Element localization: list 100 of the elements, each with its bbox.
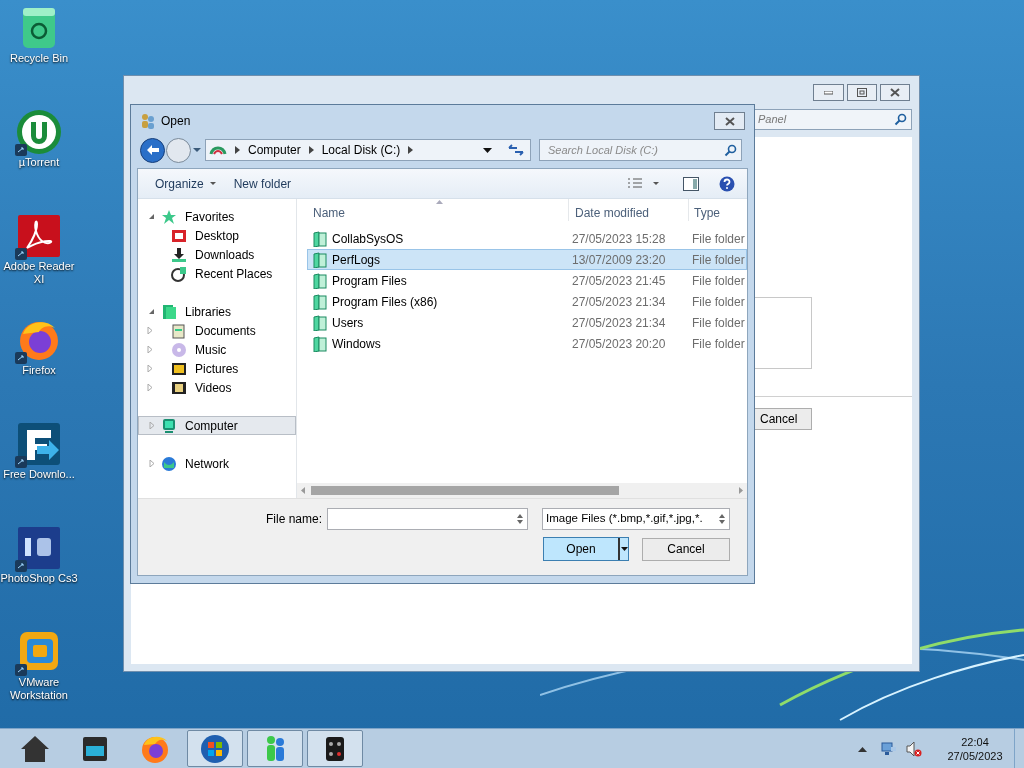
nav-label: Downloads <box>195 246 255 264</box>
nav-item[interactable]: Computer <box>138 416 296 435</box>
desktop-icon-label: PhotoShop Cs3 <box>0 572 78 585</box>
folder-icon <box>313 335 327 352</box>
cancel-button[interactable]: Cancel <box>642 537 730 561</box>
toolbar-button[interactable]: New folder <box>224 172 301 195</box>
clock[interactable]: 22:04 27/05/2023 <box>940 734 1010 763</box>
nav-item[interactable]: Documents <box>138 321 296 340</box>
nav-item[interactable]: Videos <box>138 378 296 397</box>
folder-icon <box>313 314 327 331</box>
close-button[interactable] <box>714 112 745 130</box>
chevron-icon[interactable] <box>408 146 414 154</box>
spin-arrows-icon <box>517 514 523 524</box>
toolbar-button[interactable]: Organize <box>146 172 225 195</box>
breadcrumb[interactable]: Local Disk (C:) <box>321 141 401 159</box>
file-name: Program Files <box>332 272 408 290</box>
nav-label: Network <box>185 455 229 473</box>
folder-icon <box>313 272 327 289</box>
date-modified: 27/05/2023 20:20 <box>572 335 667 353</box>
maximize-button[interactable] <box>847 84 877 101</box>
desktop-icon <box>171 227 187 244</box>
date-modified: 27/05/2023 15:28 <box>572 230 667 248</box>
computer-icon <box>161 417 177 434</box>
open-button[interactable]: Open <box>543 537 629 561</box>
documents-icon <box>171 322 187 339</box>
chevron-icon[interactable] <box>235 146 240 154</box>
back-button[interactable] <box>140 137 165 163</box>
network-icon[interactable] <box>881 740 897 757</box>
column-header[interactable]: Type <box>689 199 747 221</box>
dropdown-caret-icon[interactable] <box>483 147 492 153</box>
folder-icon <box>313 230 327 247</box>
date-modified: 13/07/2009 23:20 <box>572 251 667 269</box>
close-button[interactable] <box>880 84 910 101</box>
people-icon <box>140 113 156 129</box>
file-row[interactable]: Users 27/05/2023 21:34 File folder <box>307 312 747 333</box>
collapse-arrow-icon[interactable] <box>148 213 155 220</box>
nav-item[interactable]: Libraries <box>138 302 296 321</box>
desktop-icon[interactable] <box>15 212 63 260</box>
file-name: CollabSysOS <box>332 230 405 248</box>
taskbar-button[interactable] <box>307 730 363 767</box>
date-modified: 27/05/2023 21:34 <box>572 293 667 311</box>
collapse-arrow-icon[interactable] <box>148 308 155 315</box>
desktop-icon-label: Recycle Bin <box>8 52 70 65</box>
horizontal-scrollbar[interactable] <box>297 483 747 498</box>
nav-label: Videos <box>195 379 232 397</box>
caret-icon[interactable] <box>653 182 659 185</box>
file-row[interactable]: PerfLogs 13/07/2009 23:20 File folder <box>307 249 747 270</box>
nav-item[interactable]: Favorites <box>138 207 296 226</box>
windows-logo-icon <box>199 732 231 765</box>
close-icon <box>724 116 735 126</box>
desktop-icon-label: VMware Workstation <box>9 676 69 702</box>
spin-arrows-icon <box>719 514 725 524</box>
address-bar[interactable]: Computer Local Disk (C:) <box>205 139 531 161</box>
file-type: File folder <box>692 314 745 332</box>
desktop-icon[interactable] <box>15 108 63 156</box>
show-hidden-icons-icon[interactable] <box>858 745 867 752</box>
refresh-icon[interactable] <box>508 143 524 157</box>
file-type-select[interactable]: Image Files (*.bmp,*.gif,*.jpg,*. <box>542 508 730 530</box>
preview-pane-icon[interactable] <box>683 176 699 191</box>
minimize-button[interactable] <box>813 84 844 101</box>
videos-icon <box>171 379 187 396</box>
history-dropdown-icon[interactable] <box>192 147 202 153</box>
file-type: File folder <box>692 230 745 248</box>
nav-item[interactable]: Desktop <box>138 226 296 245</box>
file-type: File folder <box>692 293 745 311</box>
file-row[interactable]: Program Files (x86) 27/05/2023 21:34 File folder <box>307 291 747 312</box>
nav-item[interactable]: Pictures <box>138 359 296 378</box>
file-type: File folder <box>692 251 745 269</box>
file-row[interactable]: Windows 27/05/2023 20:20 File folder <box>307 333 747 354</box>
desktop-icon[interactable] <box>15 420 63 468</box>
nav-item[interactable]: Network <box>138 454 296 473</box>
column-header[interactable]: Date modified <box>569 199 689 221</box>
music-icon <box>171 341 187 358</box>
nav-label: Music <box>195 341 227 359</box>
chevron-icon[interactable] <box>308 146 314 154</box>
desktop-icon-label: µTorrent <box>17 156 61 169</box>
search-icon <box>894 113 907 126</box>
muted-volume-icon[interactable] <box>906 740 922 757</box>
caret-icon[interactable] <box>620 547 628 551</box>
desktop-icon-label: Free Downlo... <box>2 468 76 481</box>
maximize-icon <box>857 88 867 97</box>
drive-icon <box>209 144 227 156</box>
file-row[interactable]: CollabSysOS 27/05/2023 15:28 File folder <box>307 228 747 249</box>
date-modified: 27/05/2023 21:45 <box>572 272 667 290</box>
nav-item[interactable]: Downloads <box>138 245 296 264</box>
help-icon[interactable] <box>719 175 735 192</box>
file-name-label: File name: <box>265 511 322 528</box>
library-icon <box>161 303 177 320</box>
desktop-icon[interactable] <box>15 524 63 572</box>
breadcrumb[interactable]: Computer <box>248 141 301 159</box>
file-name-field[interactable] <box>327 508 528 530</box>
file-name: Program Files (x86) <box>332 293 439 311</box>
scrollbar-thumb[interactable] <box>311 486 619 495</box>
nav-item[interactable]: Recent Places <box>138 264 296 283</box>
file-row[interactable]: Program Files 27/05/2023 21:45 File folder <box>307 270 747 291</box>
nav-label: Libraries <box>185 303 232 321</box>
nav-item[interactable]: Music <box>138 340 296 359</box>
network-icon <box>161 455 177 472</box>
folder-icon <box>313 251 327 268</box>
desktop-icon-label: Firefox <box>21 364 57 377</box>
